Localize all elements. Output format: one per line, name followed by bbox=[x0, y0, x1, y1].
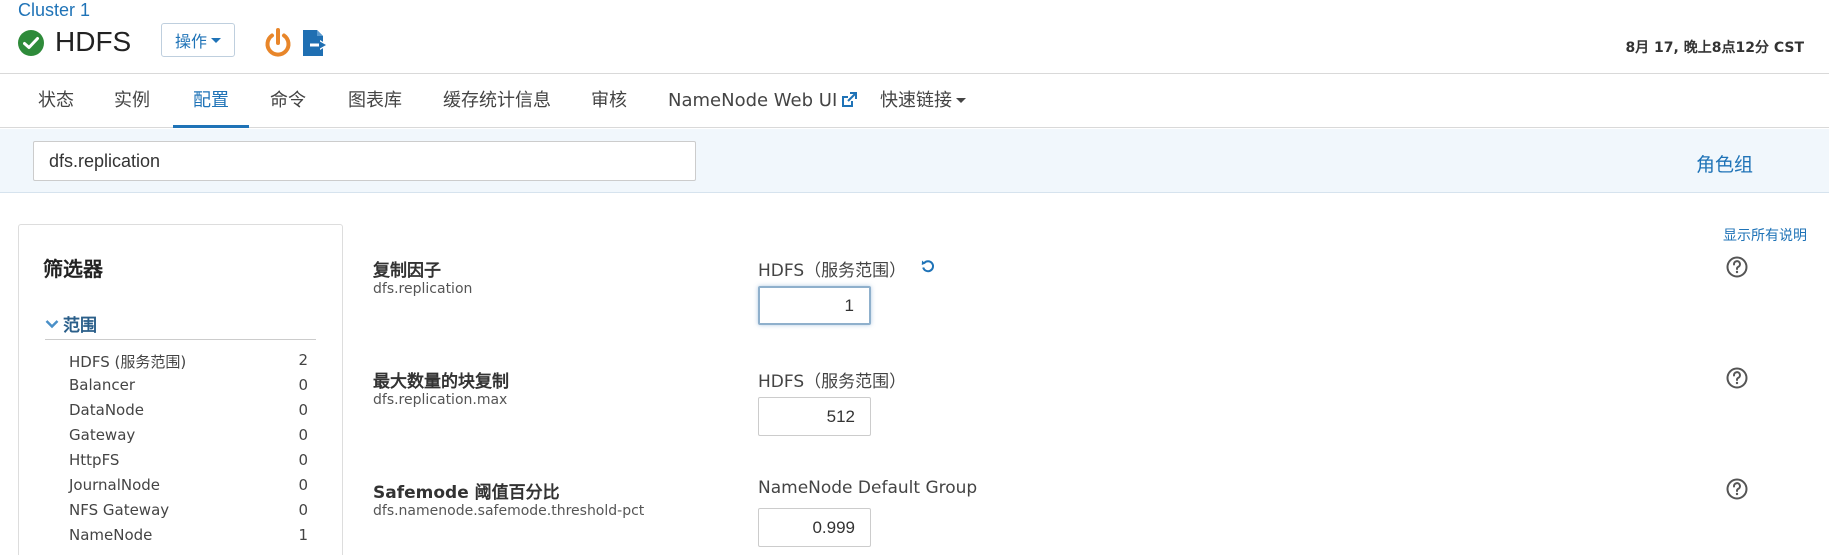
max-replication-input[interactable] bbox=[758, 397, 871, 436]
filter-item-label: JournalNode bbox=[69, 476, 161, 494]
tab-chart-library[interactable]: 图表库 bbox=[348, 74, 402, 128]
filter-item-count: 0 bbox=[298, 501, 308, 519]
question-circle-icon[interactable] bbox=[1726, 367, 1748, 394]
cluster-link[interactable]: Cluster 1 bbox=[18, 0, 90, 21]
filter-item-count: 0 bbox=[298, 401, 308, 419]
undo-icon[interactable] bbox=[921, 259, 935, 278]
filter-item-label: DataNode bbox=[69, 401, 144, 419]
caret-down-icon bbox=[211, 37, 221, 43]
config-property-row: Safemode 阈值百分比 dfs.namenode.safemode.thr… bbox=[373, 478, 1793, 555]
filter-item-balancer[interactable]: Balancer 0 bbox=[69, 376, 308, 401]
property-scope: HDFS（服务范围） bbox=[758, 261, 907, 281]
actions-dropdown-button[interactable]: 操作 bbox=[161, 23, 235, 57]
service-title: HDFS bbox=[55, 26, 132, 57]
status-good-icon bbox=[18, 30, 44, 56]
redeploy-config-icon[interactable] bbox=[300, 27, 332, 64]
actions-label: 操作 bbox=[174, 32, 207, 51]
caret-down-icon bbox=[956, 98, 966, 103]
filter-panel: 筛选器 范围 HDFS (服务范围) 2 Balancer 0 DataNode 0 … bbox=[18, 224, 343, 555]
filter-item-datanode[interactable]: DataNode 0 bbox=[69, 401, 308, 426]
property-key: dfs.namenode.safemode.threshold-pct bbox=[373, 503, 645, 519]
safemode-threshold-input[interactable] bbox=[758, 508, 871, 547]
filter-item-gateway[interactable]: Gateway 0 bbox=[69, 426, 308, 451]
config-search-bar: 角色组 bbox=[0, 129, 1829, 193]
property-key: dfs.replication.max bbox=[373, 392, 508, 408]
power-icon[interactable] bbox=[263, 27, 293, 64]
tab-cache-statistics[interactable]: 缓存统计信息 bbox=[443, 74, 551, 128]
filter-item-label: HttpFS bbox=[69, 451, 120, 469]
property-display-name: 最大数量的块复制 bbox=[373, 372, 509, 392]
filter-item-label: Balancer bbox=[69, 376, 135, 394]
tab-instances[interactable]: 实例 bbox=[114, 74, 150, 128]
property-display-name: Safemode 阈值百分比 bbox=[373, 483, 560, 503]
filter-item-count: 0 bbox=[298, 476, 308, 494]
filter-item-count: 0 bbox=[298, 376, 308, 394]
filter-item-journalnode[interactable]: JournalNode 0 bbox=[69, 476, 308, 501]
filter-item-httpfs[interactable]: HttpFS 0 bbox=[69, 451, 308, 476]
scope-section-toggle[interactable]: 范围 bbox=[45, 311, 97, 336]
tab-status[interactable]: 状态 bbox=[38, 74, 74, 128]
service-header: Cluster 1 HDFS 操作 8月 17, 晚上8点12分 CST bbox=[0, 0, 1829, 74]
config-search-input[interactable] bbox=[33, 141, 696, 181]
tab-quick-links[interactable]: 快速链接 bbox=[880, 74, 966, 128]
filter-item-label: Gateway bbox=[69, 426, 136, 444]
config-property-row: 复制因子 dfs.replication HDFS（服务范围） bbox=[373, 256, 1793, 356]
filter-item-nfs-gateway[interactable]: NFS Gateway 0 bbox=[69, 501, 308, 526]
filter-item-hdfs-service[interactable]: HDFS (服务范围) 2 bbox=[69, 351, 308, 376]
question-circle-icon[interactable] bbox=[1726, 478, 1748, 505]
tab-quick-links-label: 快速链接 bbox=[880, 90, 952, 111]
property-display-name: 复制因子 bbox=[373, 261, 441, 281]
question-circle-icon[interactable] bbox=[1726, 256, 1748, 283]
filter-item-namenode[interactable]: NameNode 1 bbox=[69, 526, 308, 551]
tab-namenode-web-ui[interactable]: NameNode Web UI bbox=[668, 74, 858, 130]
show-all-descriptions-link[interactable]: 显示所有说明 bbox=[1723, 225, 1807, 245]
filter-item-count: 2 bbox=[298, 351, 308, 369]
service-tabs: 状态 实例 配置 命令 图表库 缓存统计信息 审核 NameNode Web U… bbox=[0, 74, 1829, 128]
config-property-row: 最大数量的块复制 dfs.replication.max HDFS（服务范围） bbox=[373, 367, 1793, 467]
timestamp: 8月 17, 晚上8点12分 CST bbox=[1625, 40, 1804, 56]
filter-item-count: 0 bbox=[298, 451, 308, 469]
tab-commands[interactable]: 命令 bbox=[270, 74, 306, 128]
replication-factor-input[interactable] bbox=[758, 286, 871, 325]
divider bbox=[45, 339, 316, 340]
property-scope: HDFS（服务范围） bbox=[758, 372, 907, 392]
filter-item-label: NameNode bbox=[69, 526, 153, 544]
tab-namenode-web-ui-label: NameNode Web UI bbox=[668, 90, 838, 111]
role-groups-link[interactable]: 角色组 bbox=[1696, 150, 1753, 177]
chevron-down-icon bbox=[45, 319, 59, 328]
filter-item-count: 1 bbox=[298, 526, 308, 544]
property-key: dfs.replication bbox=[373, 281, 473, 297]
filter-title: 筛选器 bbox=[43, 257, 103, 281]
scope-filter-list: HDFS (服务范围) 2 Balancer 0 DataNode 0 Gateway… bbox=[69, 351, 308, 551]
scope-label: 范围 bbox=[63, 316, 97, 336]
filter-item-label: HDFS (服务范围) bbox=[69, 353, 187, 371]
tab-audits[interactable]: 审核 bbox=[591, 74, 627, 128]
property-scope: NameNode Default Group bbox=[758, 478, 978, 498]
external-link-icon bbox=[841, 76, 858, 130]
tab-configuration[interactable]: 配置 bbox=[173, 74, 249, 128]
filter-item-count: 0 bbox=[298, 426, 308, 444]
filter-item-label: NFS Gateway bbox=[69, 501, 170, 519]
